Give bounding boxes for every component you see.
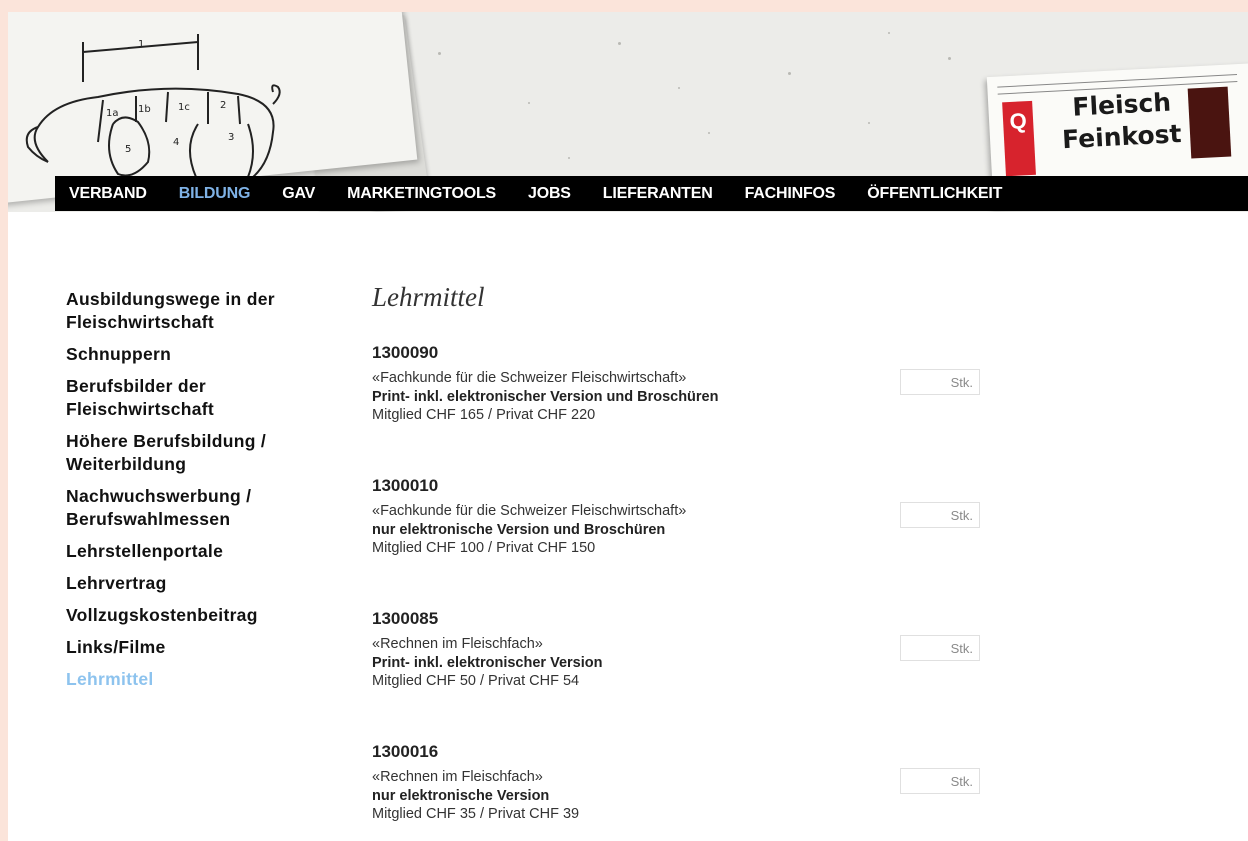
product-list: 1300090 «Fachkunde für die Schweizer Flei… bbox=[372, 343, 1012, 841]
product-item: 1300090 «Fachkunde für die Schweizer Flei… bbox=[372, 343, 1012, 476]
product-code: 1300090 bbox=[372, 343, 439, 362]
quantity-input[interactable] bbox=[900, 768, 980, 794]
newspaper-q-logo: Q bbox=[1002, 100, 1036, 177]
newspaper-photo bbox=[1187, 86, 1232, 159]
main-content: Lehrmittel 1300090 «Fachkunde für die Sch… bbox=[372, 282, 1012, 841]
sidebar-item-4[interactable]: Nachwuchswerbung / Berufswahlmessen bbox=[66, 485, 326, 531]
sidebar-item-1[interactable]: Schnuppern bbox=[66, 343, 326, 366]
main-navigation: VERBAND BILDUNG GAV MARKETINGTOOLS JOBS LIEFE… bbox=[55, 176, 1248, 211]
svg-text:5: 5 bbox=[125, 144, 131, 155]
sidebar-item-7[interactable]: Vollzugskostenbeitrag bbox=[66, 604, 326, 627]
svg-text:1c: 1c bbox=[178, 102, 190, 113]
quantity-input[interactable] bbox=[900, 502, 980, 528]
nav-item-bildung[interactable]: BILDUNG bbox=[179, 185, 251, 203]
sidebar-navigation: Ausbildungswege in der Fleischwirtschaft… bbox=[66, 288, 326, 700]
nav-item-jobs[interactable]: JOBS bbox=[528, 185, 571, 203]
product-item: 1300085 «Rechnen im Fleischfach» Print- in… bbox=[372, 609, 1012, 742]
newspaper-title-line2: Feinkost bbox=[1061, 119, 1183, 155]
product-item: 1300016 «Rechnen im Fleischfach» nur elekt… bbox=[372, 742, 1012, 841]
sidebar-item-3[interactable]: Höhere Berufsbildung / Weiterbildung bbox=[66, 430, 326, 476]
nav-item-öffentlichkeit[interactable]: ÖFFENTLICHKEIT bbox=[867, 185, 1002, 203]
product-price: Mitglied CHF 100 / Privat CHF 150 bbox=[372, 540, 596, 556]
svg-text:1b: 1b bbox=[138, 104, 151, 115]
nav-item-gav[interactable]: GAV bbox=[282, 185, 315, 203]
sidebar-item-8[interactable]: Links/Filme bbox=[66, 636, 326, 659]
svg-text:3: 3 bbox=[228, 132, 234, 143]
product-item: 1300010 «Fachkunde für die Schweizer Flei… bbox=[372, 476, 1012, 609]
nav-item-fachinfos[interactable]: FACHINFOS bbox=[745, 185, 836, 203]
sidebar-item-0[interactable]: Ausbildungswege in der Fleischwirtschaft bbox=[66, 288, 326, 334]
svg-text:1: 1 bbox=[138, 39, 144, 50]
product-price: Mitglied CHF 35 / Privat CHF 39 bbox=[372, 806, 580, 822]
svg-text:4: 4 bbox=[173, 137, 179, 148]
pig-cut-diagram-image: 1 1a 1b 1c 2 5 4 3 bbox=[25, 34, 281, 178]
product-code: 1300016 bbox=[372, 742, 439, 761]
product-code: 1300010 bbox=[372, 476, 439, 495]
nav-item-verband[interactable]: VERBAND bbox=[69, 185, 147, 203]
page: 1 1a 1b 1c 2 5 4 3 Q Fleisch Feinkost VE… bbox=[8, 12, 1248, 841]
quantity-input[interactable] bbox=[900, 635, 980, 661]
nav-item-lieferanten[interactable]: LIEFERANTEN bbox=[603, 185, 713, 203]
sidebar-item-2[interactable]: Berufsbilder der Fleischwirtschaft bbox=[66, 375, 326, 421]
svg-text:1a: 1a bbox=[106, 108, 119, 119]
product-price: Mitglied CHF 50 / Privat CHF 54 bbox=[372, 673, 580, 689]
sidebar-item-9[interactable]: Lehrmittel bbox=[66, 668, 326, 691]
svg-text:2: 2 bbox=[220, 100, 226, 111]
nav-item-marketingtools[interactable]: MARKETINGTOOLS bbox=[347, 185, 496, 203]
sidebar-item-5[interactable]: Lehrstellenportale bbox=[66, 540, 326, 563]
product-price: Mitglied CHF 165 / Privat CHF 220 bbox=[372, 407, 596, 423]
quantity-input[interactable] bbox=[900, 369, 980, 395]
product-code: 1300085 bbox=[372, 609, 439, 628]
newspaper-title-line1: Fleisch bbox=[1071, 87, 1172, 122]
sidebar-item-6[interactable]: Lehrvertrag bbox=[66, 572, 326, 595]
page-title: Lehrmittel bbox=[372, 282, 485, 312]
